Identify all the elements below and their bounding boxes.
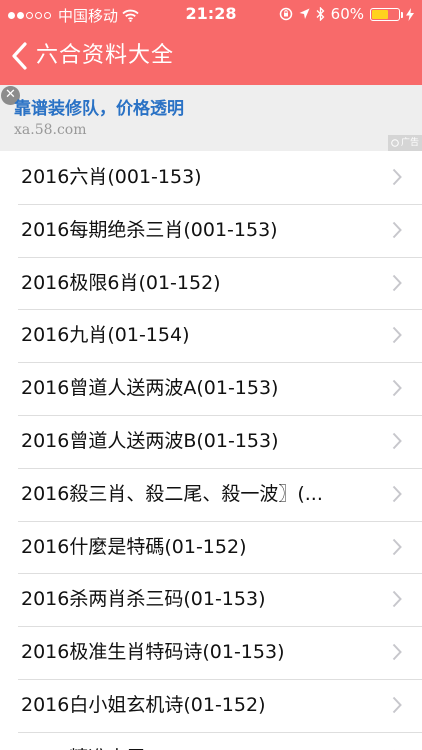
list-item-label: 2016殺三肖、殺二尾、殺一波〗(... (21, 482, 323, 505)
page-title: 六合资料大全 (36, 43, 175, 68)
ad-tag: 广告 (387, 135, 422, 151)
list-item-label: 2016每期绝杀三肖(001-153) (21, 218, 278, 241)
list-item-label: 2016曾道人送两波A(01-153) (21, 377, 279, 400)
list-item-label: 2016极限6肖(01-152) (21, 271, 221, 294)
chevron-right-icon (392, 168, 402, 186)
list-item-label: 2016白小姐玄机诗(01-152) (21, 693, 266, 716)
charging-icon (406, 7, 414, 21)
list-item-label: 2016精准十尾(01-152) (21, 732, 227, 750)
location-icon (299, 8, 310, 19)
list-item[interactable]: 2016杀两肖杀三码(01-153) (0, 573, 422, 627)
list-item-label: 2016杀两肖杀三码(01-153) (21, 588, 266, 611)
chevron-right-icon (392, 538, 402, 555)
chevron-right-icon (392, 327, 402, 344)
chevron-right-icon (392, 380, 402, 397)
list-item[interactable]: 2016曾道人送两波A(01-153) (0, 362, 422, 416)
battery-percent: 60% (330, 5, 364, 23)
chevron-left-icon[interactable] (8, 40, 32, 72)
list-item-label: 2016九肖(01-154) (21, 324, 190, 347)
list-item[interactable]: 2016每期绝杀三肖(001-153) (0, 204, 422, 258)
list-item[interactable]: 2016极限6肖(01-152) (0, 257, 422, 311)
chevron-right-icon (392, 485, 402, 502)
list-item[interactable]: 2016九肖(01-154) (0, 309, 422, 363)
list-item[interactable]: 2016殺三肖、殺二尾、殺一波〗(... (0, 468, 422, 522)
chevron-right-icon (392, 432, 402, 450)
list-item[interactable]: 2016六肖(001-153) (0, 151, 422, 205)
list-item[interactable]: 2016什麼是特碼(01-152) (0, 521, 422, 575)
chevron-right-icon (392, 274, 402, 291)
nav-bar: 六合资料大全 (0, 36, 422, 76)
list-item-label: 2016什麼是特碼(01-152) (21, 535, 247, 558)
orientation-lock-icon (279, 7, 292, 21)
list-item[interactable]: 2016精准十尾(01-152) (0, 732, 422, 750)
list-item[interactable]: 2016曾道人送两波B(01-153) (0, 415, 422, 469)
article-list: 2016六肖(001-153) 2016每期绝杀三肖(001-153) 2016极限… (0, 151, 422, 750)
list-item-label: 2016极准生肖特码诗(01-153) (21, 641, 285, 664)
chevron-right-icon (392, 643, 402, 661)
status-right: 60% (279, 5, 414, 23)
chevron-right-icon (392, 591, 402, 608)
list-item[interactable]: 2016白小姐玄机诗(01-152) (0, 679, 422, 733)
status-bar: 中国移动 21:28 60% (0, 0, 422, 30)
info-icon (391, 139, 399, 147)
ad-banner[interactable]: ✕ 靠谱装修队，价格透明 xa.58.com 广告 (0, 85, 422, 151)
bluetooth-icon (316, 7, 325, 21)
app-header: 中国移动 21:28 60% 六合资料大全 (0, 0, 422, 85)
list-item-label: 2016六肖(001-153) (21, 166, 202, 188)
ad-url[interactable]: xa.58.com (14, 122, 87, 138)
chevron-right-icon (392, 221, 402, 238)
chevron-right-icon (392, 696, 402, 714)
ad-tag-label: 广告 (400, 138, 419, 148)
ad-headline[interactable]: 靠谱装修队，价格透明 (14, 94, 184, 119)
battery-icon (370, 7, 403, 21)
list-item-label: 2016曾道人送两波B(01-153) (21, 429, 279, 452)
list-item[interactable]: 2016极准生肖特码诗(01-153) (0, 626, 422, 680)
